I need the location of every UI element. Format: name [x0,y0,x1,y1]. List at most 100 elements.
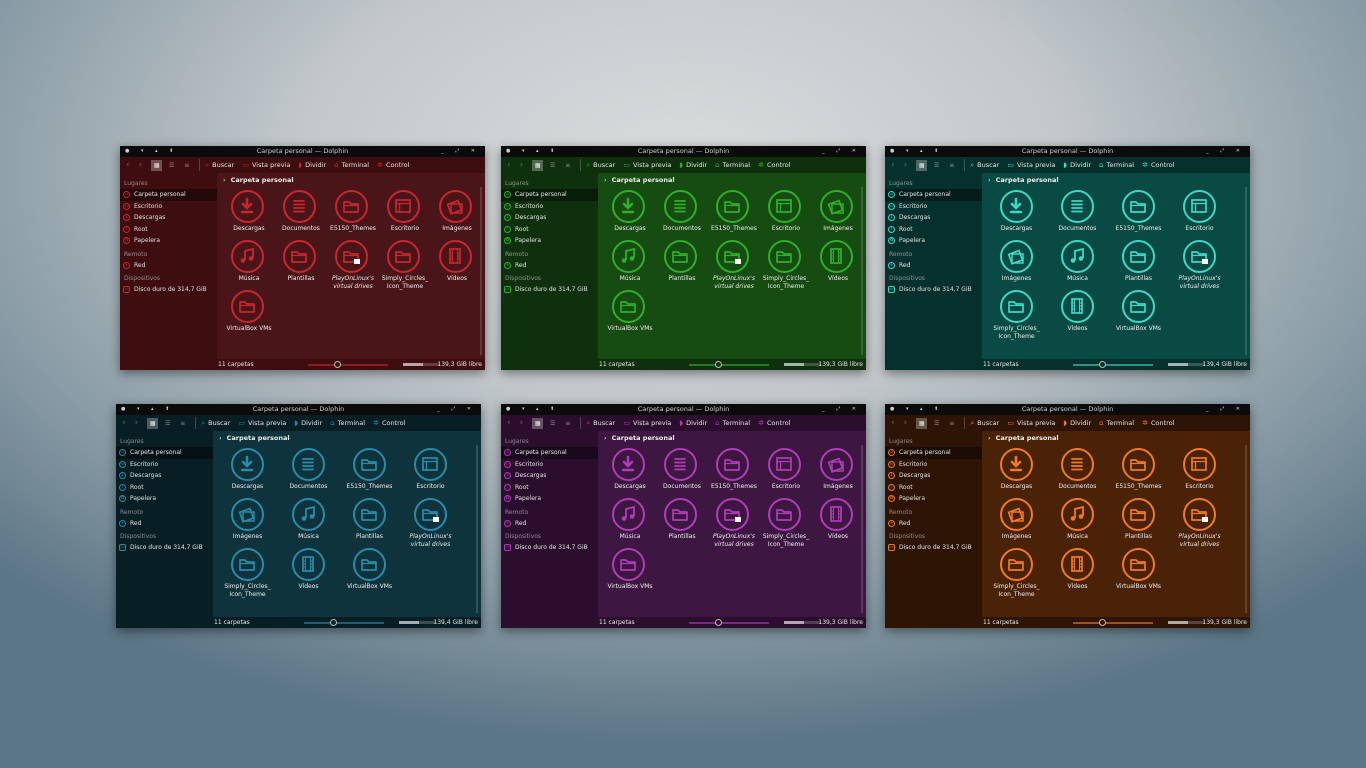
folder-item-e5150-themes[interactable]: E5150_Themes [339,446,400,496]
breadcrumb[interactable]: › Carpeta personal [217,173,485,186]
sidebar-item-escritorio[interactable]: ▭ Escritorio [501,201,598,213]
sidebar-item-red[interactable]: + Red [501,260,598,272]
toolbar-terminal-button[interactable]: ⌂ Terminal [715,419,750,427]
breadcrumb[interactable]: › Carpeta personal [982,173,1250,186]
window-titlebar[interactable]: ● ▾ ▴ ⬆ Carpeta personal — Dolphin _ ⤢ ✕ [885,404,1250,415]
toolbar-control-button[interactable]: ✲ Control [373,419,405,427]
zoom-slider-handle[interactable] [1099,361,1106,368]
scrollbar[interactable] [480,187,482,355]
sidebar-item-red[interactable]: + Red [120,260,217,272]
folder-item-m-sica[interactable]: Música [278,496,339,546]
folder-item-escritorio[interactable]: Escritorio [1169,188,1230,238]
folder-item-documentos[interactable]: Documentos [654,446,706,496]
sidebar-item-hard-disk[interactable]: ▭ Disco duro de 314,7 GiB [885,284,982,296]
toolbar-buscar-button[interactable]: ⌕ Buscar [586,161,615,170]
toolbar-control-button[interactable]: ✲ Control [758,419,790,427]
forward-icon[interactable]: › [135,415,139,431]
compact-view-button[interactable]: ☰ [547,418,558,429]
folder-item-simply-circles-icon-theme[interactable]: Simply_Circles_ Icon_Theme [377,238,429,290]
back-icon[interactable]: ‹ [507,415,511,431]
zoom-slider-handle[interactable] [1099,619,1106,626]
scrollbar[interactable] [861,187,863,355]
folder-item-simply-circles-icon-theme[interactable]: Simply_Circles_ Icon_Theme [217,546,278,598]
toolbar-control-button[interactable]: ✲ Control [758,161,790,169]
window-menu-icon[interactable]: ● ▾ ▴ ⬆ [890,146,943,157]
folder-item-m-sica[interactable]: Música [1047,496,1108,546]
toolbar-vista-previa-button[interactable]: ▭ Vista previa [1007,419,1055,427]
scrollbar[interactable] [1245,445,1247,613]
toolbar-terminal-button[interactable]: ⌂ Terminal [1099,419,1134,427]
toolbar-dividir-button[interactable]: ◗ Dividir [679,161,707,169]
sidebar-item-papelera[interactable]: ♻ Papelera [116,493,213,505]
folder-item-v-deos[interactable]: Vídeos [278,546,339,596]
folder-item-documentos[interactable]: Documentos [1047,188,1108,238]
sidebar-item-papelera[interactable]: ♻ Papelera [501,235,598,247]
zoom-slider[interactable] [689,364,769,366]
details-view-button[interactable]: ≡ [562,418,573,429]
compact-view-button[interactable]: ☰ [166,160,177,171]
folder-item-m-sica[interactable]: Música [221,238,273,288]
folder-item-v-deos[interactable]: Vídeos [429,238,481,288]
sidebar-item-hard-disk[interactable]: ▭ Disco duro de 314,7 GiB [116,542,213,554]
sidebar-item-escritorio[interactable]: ▭ Escritorio [120,201,217,213]
zoom-slider[interactable] [308,364,388,366]
compact-view-button[interactable]: ☰ [931,418,942,429]
toolbar-dividir-button[interactable]: ◗ Dividir [298,161,326,169]
folder-item-virtualbox-vms[interactable]: VirtualBox VMs [221,288,273,338]
folder-item-descargas[interactable]: Descargas [986,188,1047,238]
folder-item-playonlinux-s-virtual-drives[interactable]: PlayOnLinux's virtual drives [1169,238,1230,290]
folder-item-descargas[interactable]: Descargas [221,188,273,238]
sidebar-item-descargas[interactable]: ↓ Descargas [116,470,213,482]
window-menu-icon[interactable]: ● ▾ ▴ ⬆ [121,404,174,415]
folder-item-virtualbox-vms[interactable]: VirtualBox VMs [1108,288,1169,338]
zoom-slider-handle[interactable] [715,361,722,368]
window-titlebar[interactable]: ● ▾ ▴ ⬆ Carpeta personal — Dolphin _ ⤢ ✕ [885,146,1250,157]
toolbar-dividir-button[interactable]: ◗ Dividir [1063,161,1091,169]
sidebar-item-root[interactable]: / Root [120,224,217,236]
details-view-button[interactable]: ≡ [946,160,957,171]
toolbar-control-button[interactable]: ✲ Control [1142,161,1174,169]
sidebar-item-papelera[interactable]: ♻ Papelera [501,493,598,505]
window-titlebar[interactable]: ● ▾ ▴ ⬆ Carpeta personal — Dolphin _ ⤢ ✕ [501,146,866,157]
folder-item-virtualbox-vms[interactable]: VirtualBox VMs [339,546,400,596]
breadcrumb[interactable]: › Carpeta personal [982,431,1250,444]
folder-item-v-deos[interactable]: Vídeos [810,496,862,546]
toolbar-terminal-button[interactable]: ⌂ Terminal [330,419,365,427]
toolbar-vista-previa-button[interactable]: ▭ Vista previa [238,419,286,427]
sidebar-item-red[interactable]: + Red [116,518,213,530]
toolbar-dividir-button[interactable]: ◗ Dividir [294,419,322,427]
folder-item-escritorio[interactable]: Escritorio [758,446,810,496]
folder-item-e5150-themes[interactable]: E5150_Themes [1108,188,1169,238]
sidebar-item-escritorio[interactable]: ▭ Escritorio [885,459,982,471]
window-controls[interactable]: _ ⤢ ✕ [437,404,476,415]
sidebar-item-descargas[interactable]: ↓ Descargas [501,470,598,482]
sidebar-item-carpeta-personal[interactable]: ⌂ Carpeta personal [501,447,598,459]
sidebar-item-hard-disk[interactable]: ▭ Disco duro de 314,7 GiB [501,542,598,554]
folder-item-m-sica[interactable]: Música [602,238,654,288]
details-view-button[interactable]: ≡ [177,418,188,429]
folder-item-plantillas[interactable]: Plantillas [1108,238,1169,288]
details-view-button[interactable]: ≡ [946,418,957,429]
toolbar-terminal-button[interactable]: ⌂ Terminal [334,161,369,169]
folder-item-documentos[interactable]: Documentos [278,446,339,496]
toolbar-buscar-button[interactable]: ⌕ Buscar [586,419,615,428]
window-controls[interactable]: _ ⤢ ✕ [822,146,861,157]
zoom-slider[interactable] [304,622,384,624]
back-icon[interactable]: ‹ [891,415,895,431]
folder-item-v-deos[interactable]: Vídeos [1047,288,1108,338]
sidebar-item-carpeta-personal[interactable]: ⌂ Carpeta personal [501,189,598,201]
sidebar-item-root[interactable]: / Root [501,224,598,236]
toolbar-dividir-button[interactable]: ◗ Dividir [679,419,707,427]
back-icon[interactable]: ‹ [891,157,895,173]
icons-view-button[interactable]: ▦ [532,159,544,171]
window-controls[interactable]: _ ⤢ ✕ [1206,146,1245,157]
scrollbar[interactable] [861,445,863,613]
window-menu-icon[interactable]: ● ▾ ▴ ⬆ [125,146,178,157]
sidebar-item-carpeta-personal[interactable]: ⌂ Carpeta personal [120,189,217,201]
sidebar-item-escritorio[interactable]: ▭ Escritorio [885,201,982,213]
folder-item-playonlinux-s-virtual-drives[interactable]: PlayOnLinux's virtual drives [400,496,461,548]
folder-item-e5150-themes[interactable]: E5150_Themes [1108,446,1169,496]
sidebar-item-red[interactable]: + Red [501,518,598,530]
folder-item-virtualbox-vms[interactable]: VirtualBox VMs [602,288,654,338]
details-view-button[interactable]: ≡ [181,160,192,171]
